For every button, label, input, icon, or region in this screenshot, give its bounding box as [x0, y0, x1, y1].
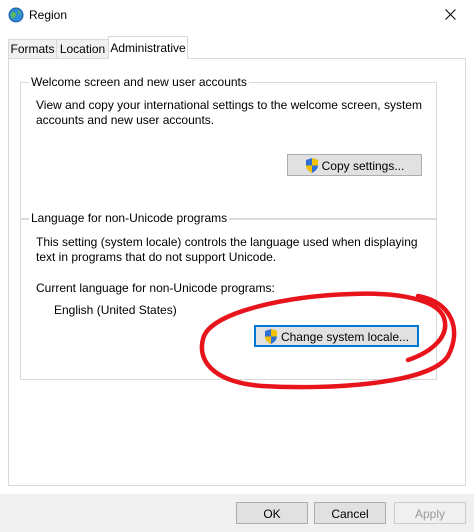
welcome-group: Welcome screen and new user accounts Vie…: [20, 75, 437, 220]
tab-panel: Welcome screen and new user accounts Vie…: [8, 58, 466, 486]
current-language-label: Current language for non-Unicode program…: [36, 281, 275, 295]
welcome-description-line2: accounts and new user accounts.: [36, 113, 215, 127]
welcome-description-line1: View and copy your international setting…: [36, 98, 422, 112]
close-button[interactable]: [428, 0, 474, 30]
close-icon: [445, 9, 456, 20]
window-title: Region: [29, 8, 68, 22]
copy-settings-button[interactable]: Copy settings...: [287, 154, 422, 176]
copy-settings-label: Copy settings...: [321, 159, 405, 173]
tab-location[interactable]: Location: [56, 39, 109, 59]
dialog-button-bar: OK Cancel Apply: [0, 494, 474, 532]
ok-button[interactable]: OK: [236, 502, 308, 524]
language-description-line1: This setting (system locale) controls th…: [36, 235, 418, 249]
ok-label: OK: [263, 507, 281, 521]
apply-button[interactable]: Apply: [394, 502, 466, 524]
cancel-button[interactable]: Cancel: [314, 502, 386, 524]
apply-label: Apply: [414, 507, 446, 521]
tab-strip: Formats Location Administrative: [0, 30, 474, 59]
tab-administrative[interactable]: Administrative: [108, 36, 188, 59]
tab-label: Formats: [10, 42, 55, 56]
globe-icon: [8, 7, 24, 23]
change-system-locale-label: Change system locale...: [280, 330, 410, 344]
current-language-value: English (United States): [54, 303, 177, 317]
tab-formats[interactable]: Formats: [8, 39, 57, 59]
welcome-group-title: Welcome screen and new user accounts: [29, 75, 249, 89]
change-system-locale-button[interactable]: Change system locale...: [254, 325, 419, 347]
shield-icon: [305, 158, 318, 173]
language-group-title: Language for non-Unicode programs: [29, 211, 230, 225]
tab-label: Administrative: [110, 41, 186, 55]
title-bar: Region: [0, 0, 474, 30]
tab-label: Location: [59, 42, 106, 56]
cancel-label: Cancel: [331, 507, 369, 521]
language-description-line2: text in programs that do not support Uni…: [36, 250, 277, 264]
language-group: Language for non-Unicode programs This s…: [20, 211, 437, 380]
shield-icon: [264, 329, 277, 344]
